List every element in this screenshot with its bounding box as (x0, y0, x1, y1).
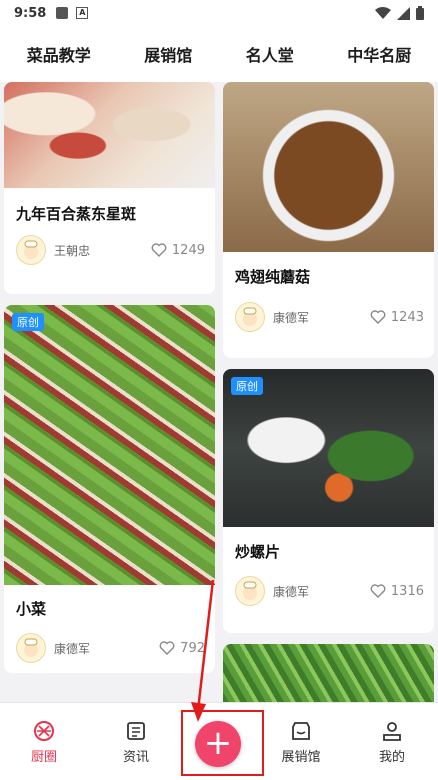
recipe-feed[interactable]: 九年百合蒸东星斑 王朝忠 1249 鸡翅纯蘑菇 康德军 1243 原创 小菜 康… (0, 82, 438, 702)
kitchen-circle-icon (34, 720, 54, 741)
recipe-image (4, 305, 215, 585)
like-count-value: 1316 (390, 583, 424, 599)
recipe-title: 鸡翅纯蘑菇 (235, 268, 311, 286)
original-badge: 原创 (12, 313, 44, 331)
author-name[interactable]: 康德军 (54, 640, 90, 657)
recipe-card[interactable]: 原创 炒螺片 康德军 1316 (223, 369, 434, 633)
tab-recipes[interactable]: 菜品教学 (21, 42, 97, 66)
recipe-title: 炒螺片 (235, 543, 281, 561)
tab-famous-chefs[interactable]: 中华名厨 (341, 42, 417, 66)
author-row: 康德军 792 (16, 633, 205, 663)
recipe-title: 小菜 (16, 600, 47, 618)
recipe-card[interactable] (223, 644, 434, 702)
tab-hall-of-fame[interactable]: 名人堂 (240, 42, 300, 66)
nav-kitchen-circle[interactable]: 厨圈 (0, 703, 88, 780)
recipe-card[interactable]: 鸡翅纯蘑菇 康德军 1243 (223, 82, 434, 358)
like-count[interactable]: 792 (159, 641, 205, 656)
like-count[interactable]: 1316 (370, 584, 424, 599)
avatar[interactable] (235, 576, 265, 606)
news-icon (127, 721, 145, 740)
heart-icon (370, 310, 386, 324)
top-tab-bar: 菜品教学 展销馆 名人堂 中华名厨 (0, 26, 438, 82)
recipe-card[interactable]: 原创 小菜 康德军 792 (4, 305, 215, 673)
author-name[interactable]: 康德军 (273, 583, 309, 600)
recipe-image (223, 82, 434, 252)
profile-icon (383, 721, 401, 741)
avatar[interactable] (235, 302, 265, 332)
author-row: 康德军 1243 (235, 302, 424, 332)
shop-icon (292, 721, 310, 740)
tab-exhibition[interactable]: 展销馆 (138, 42, 198, 66)
avatar[interactable] (16, 235, 46, 265)
battery-icon (416, 6, 424, 20)
nav-label: 展销馆 (281, 749, 321, 765)
nav-label: 我的 (378, 749, 405, 765)
recipe-title: 九年百合蒸东星斑 (16, 205, 137, 223)
like-count[interactable]: 1243 (370, 310, 424, 325)
recipe-card[interactable]: 九年百合蒸东星斑 王朝忠 1249 (4, 82, 215, 294)
author-row: 康德军 1316 (235, 576, 424, 606)
recipe-image (223, 644, 434, 702)
notification-icon (56, 7, 69, 19)
like-count-value: 1249 (171, 242, 205, 258)
heart-icon (370, 584, 386, 598)
like-count-value: 792 (180, 640, 205, 656)
app-notification-icon: A (76, 7, 89, 19)
heart-icon (151, 243, 167, 257)
wifi-icon (375, 6, 391, 19)
nav-news[interactable]: 资讯 (92, 703, 180, 780)
author-name[interactable]: 王朝忠 (54, 242, 90, 259)
status-bar: 9:58 A (0, 0, 438, 26)
signal-icon (397, 6, 410, 20)
nav-label: 资讯 (122, 749, 149, 765)
nav-exhibition[interactable]: 展销馆 (257, 703, 345, 780)
heart-icon (159, 641, 175, 655)
author-name[interactable]: 康德军 (273, 309, 309, 326)
add-post-button[interactable]: + (195, 721, 241, 767)
nav-label: 厨圈 (30, 749, 57, 765)
recipe-image (4, 82, 215, 188)
original-badge: 原创 (231, 377, 263, 395)
avatar[interactable] (16, 633, 46, 663)
author-row: 王朝忠 1249 (16, 235, 205, 265)
like-count[interactable]: 1249 (151, 243, 205, 258)
nav-profile[interactable]: 我的 (348, 703, 436, 780)
status-time: 9:58 (14, 5, 47, 21)
like-count-value: 1243 (390, 309, 424, 325)
